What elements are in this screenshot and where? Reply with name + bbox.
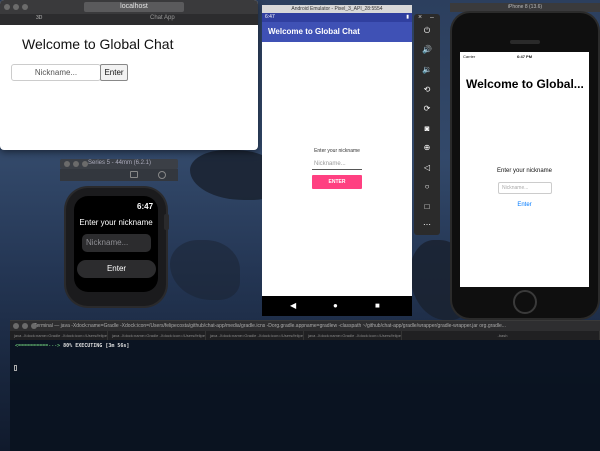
watch-prompt: Enter your nickname: [79, 218, 153, 227]
enter-button[interactable]: Enter: [100, 64, 128, 81]
terminal-tab[interactable]: -bash: [402, 331, 600, 340]
zoom-window-button[interactable]: [22, 4, 28, 10]
iphone-enter-button[interactable]: Enter: [460, 202, 589, 208]
watch-nickname-input[interactable]: Nickname...: [82, 234, 151, 252]
rotate-left-icon[interactable]: ⟲: [414, 85, 440, 94]
zoom-window-button[interactable]: [31, 323, 37, 329]
close-icon[interactable]: ×: [418, 14, 422, 21]
home-icon[interactable]: ○: [414, 182, 440, 191]
android-status-bar: 6:47 ▮: [262, 13, 412, 22]
browser-titlebar: localhost: [0, 0, 258, 14]
volume-up-icon[interactable]: 🔊: [414, 45, 440, 54]
terminal-cursor: [14, 365, 17, 371]
minimize-icon[interactable]: –: [430, 14, 434, 21]
android-nickname-input[interactable]: Nickname...: [312, 158, 362, 170]
terminal-window: Terminal — java -Xdock:name=Gradle -Xdoc…: [10, 320, 600, 451]
back-icon[interactable]: ◁: [414, 163, 440, 172]
terminal-output: <==========---> 80% EXECUTING [3m 56s]: [15, 343, 129, 349]
nav-back-icon[interactable]: ◀: [290, 301, 296, 311]
screenshot-icon[interactable]: [130, 171, 138, 178]
terminal-tab[interactable]: java -Xdock:name=Gradle -Xdock:icon=/Use…: [108, 331, 206, 340]
window-controls: [64, 161, 88, 167]
page-title: Welcome to Global Chat: [22, 36, 174, 52]
power-icon[interactable]: ⏻: [414, 26, 440, 36]
desktop-rock: [170, 240, 240, 300]
android-screen: 6:47 ▮ Welcome to Global Chat Enter your…: [262, 13, 412, 316]
android-window-title: Android Emulator - Pixel_3_API_28:5554: [262, 5, 412, 13]
nav-overview-icon[interactable]: ■: [375, 301, 380, 311]
android-status-time: 6:47: [265, 14, 275, 20]
minimize-window-button[interactable]: [22, 323, 28, 329]
more-icon[interactable]: ⋯: [414, 220, 440, 229]
iphone-screen: Carrier 6:47 PM Welcome to Global... Ent…: [460, 52, 589, 287]
terminal-tab[interactable]: java -Xdock:name=Gradle -Xdock:icon=/Use…: [304, 331, 402, 340]
browser-window: localhost 3D Chat App Welcome to Global …: [0, 0, 258, 150]
nickname-input[interactable]: Nickname...: [11, 64, 101, 81]
close-window-button[interactable]: [4, 4, 10, 10]
zoom-in-icon[interactable]: ⊕: [414, 143, 440, 152]
iphone-status-time: 6:47 PM: [516, 54, 533, 59]
battery-icon: ▮: [406, 14, 409, 20]
address-bar[interactable]: localhost: [84, 2, 184, 12]
rotate-icon[interactable]: [158, 171, 166, 179]
browser-tab[interactable]: Chat App: [150, 15, 175, 21]
terminal-tab[interactable]: java -Xdock:name=Gradle -Xdock:icon=/Use…: [206, 331, 304, 340]
window-controls: [13, 323, 37, 329]
iphone-prompt: Enter your nickname: [496, 168, 553, 174]
close-window-button[interactable]: [64, 161, 70, 167]
minimize-window-button[interactable]: [73, 161, 79, 167]
browser-tabbar: 3D Chat App: [0, 14, 258, 25]
watch-window-title: Series 5 - 44mm (6.2.1): [88, 160, 152, 166]
terminal-titlebar: Terminal — java -Xdock:name=Gradle -Xdoc…: [10, 321, 600, 331]
volume-down-icon[interactable]: 🔉: [414, 65, 440, 74]
camera-icon[interactable]: ◙: [414, 124, 440, 133]
watch-toolbar: [60, 169, 178, 181]
android-app-bar: Welcome to Global Chat: [262, 22, 412, 42]
iphone-nickname-input[interactable]: Nickname...: [498, 182, 552, 194]
window-controls: [4, 4, 28, 10]
devtools-tab[interactable]: 3D: [36, 15, 42, 21]
nav-home-icon[interactable]: ●: [333, 301, 338, 311]
watch-window-titlebar: Series 5 - 44mm (6.2.1): [60, 159, 178, 169]
android-enter-button[interactable]: ENTER: [312, 175, 362, 189]
close-window-button[interactable]: [13, 323, 19, 329]
iphone-title: Welcome to Global...: [466, 77, 584, 91]
progress-status: 80% EXECUTING [3m 56s]: [63, 343, 130, 349]
terminal-tab[interactable]: java -Xdock:name=Gradle -Xdock:icon=/Use…: [10, 331, 108, 340]
rotate-right-icon[interactable]: ⟳: [414, 104, 440, 113]
iphone-status-bar: Carrier 6:47 PM: [460, 52, 589, 62]
android-prompt: Enter your nickname: [314, 148, 360, 154]
iphone-speaker: [510, 40, 540, 44]
overview-icon[interactable]: □: [414, 202, 440, 211]
minimize-window-button[interactable]: [13, 4, 19, 10]
iphone-home-button[interactable]: [513, 290, 537, 314]
watch-crown[interactable]: [164, 214, 169, 230]
terminal-title: Terminal — java -Xdock:name=Gradle -Xdoc…: [34, 323, 506, 329]
watch-time: 6:47: [137, 202, 154, 211]
terminal-tabs: java -Xdock:name=Gradle -Xdock:icon=/Use…: [10, 331, 600, 340]
progress-bar-text: <==========--->: [15, 343, 64, 349]
watch-enter-button[interactable]: Enter: [77, 260, 156, 278]
emulator-toolbar: × – ⏻ 🔊 🔉 ⟲ ⟳ ◙ ⊕ ◁ ○ □ ⋯: [414, 14, 440, 235]
android-nav-bar: ◀ ● ■: [262, 296, 412, 316]
iphone-window-title: iPhone 8 (13.6): [450, 3, 600, 12]
